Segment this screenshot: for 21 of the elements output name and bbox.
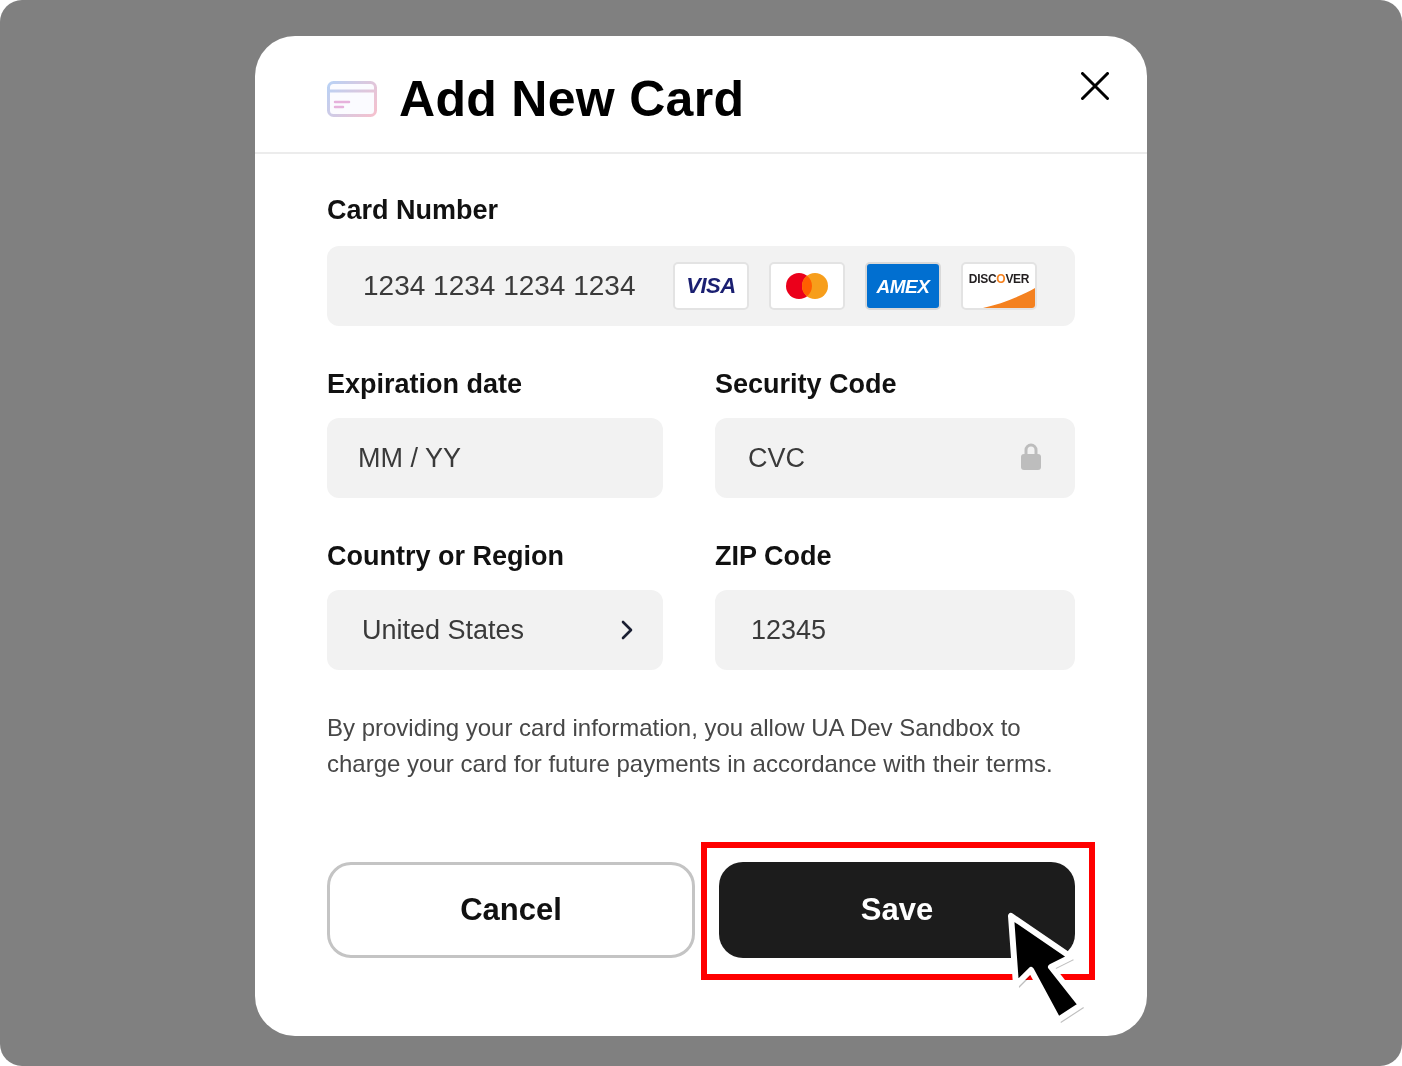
chevron-right-icon <box>621 620 633 640</box>
card-logo: VISA <box>673 262 749 310</box>
expiration-field[interactable]: MM / YY <box>327 418 663 498</box>
field-label: Expiration date <box>327 368 523 400</box>
close-icon <box>1081 72 1109 100</box>
card-logo: AMEX <box>865 262 941 310</box>
lock-icon <box>1021 442 1041 470</box>
field-label: Card Number <box>327 194 499 226</box>
dialog-title: Add New Card <box>399 70 745 129</box>
country-select[interactable]: United States <box>327 590 663 670</box>
credit-card-icon <box>327 81 377 117</box>
circles-logo-icon <box>769 262 845 310</box>
card-logo: DISCOVER <box>961 262 1037 310</box>
security-code-field[interactable]: CVC <box>715 418 1075 498</box>
field-label: Security Code <box>715 368 897 400</box>
zip-code-field[interactable]: 12345 <box>715 590 1075 670</box>
save-button[interactable]: Save <box>719 862 1075 958</box>
field-label: Country or Region <box>327 540 564 572</box>
authorization-notice: By providing your card information, you allow UA Dev Sandbox to charge your card for future payments in accordance with their terms. <box>327 713 1054 779</box>
field-label: ZIP Code <box>715 540 832 572</box>
cancel-button[interactable]: Cancel <box>327 862 695 958</box>
